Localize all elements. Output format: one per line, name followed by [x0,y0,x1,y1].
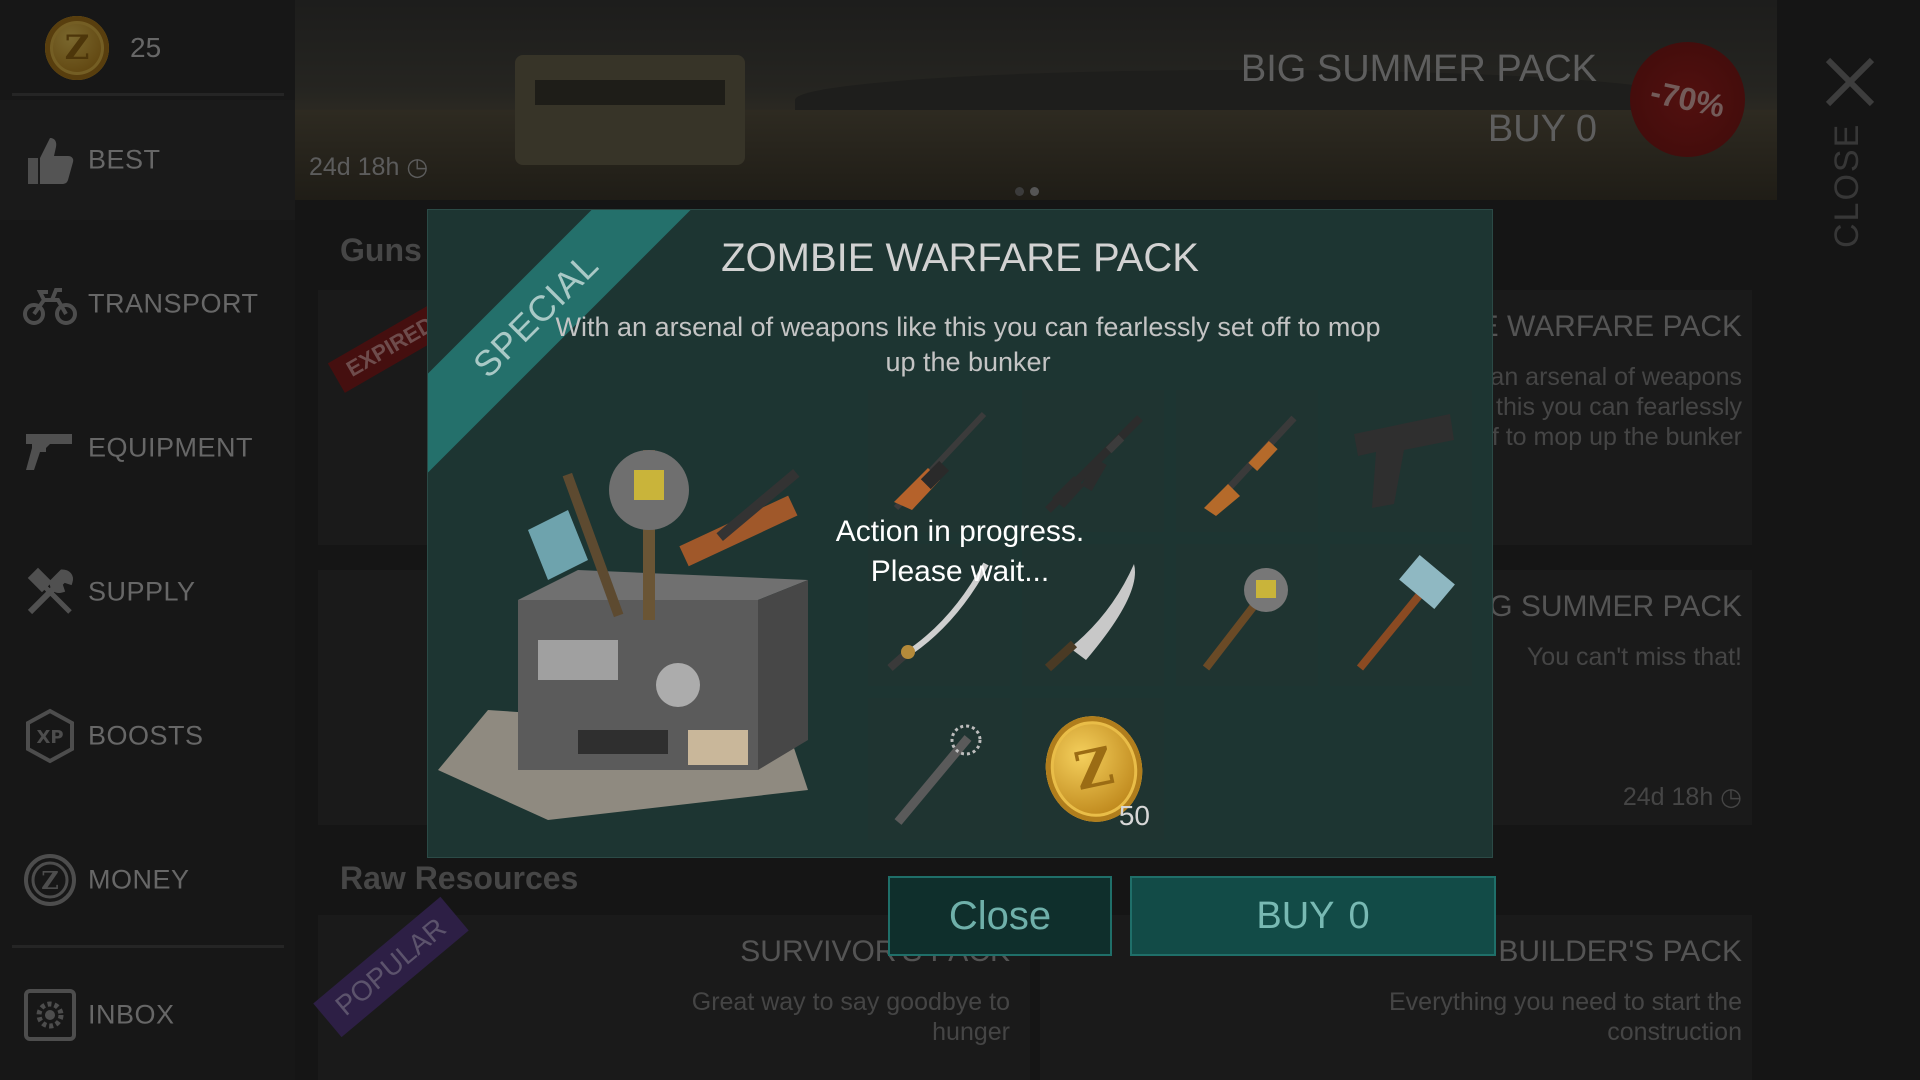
pistol-icon [1354,414,1454,508]
item-sledgehammer[interactable] [1330,544,1472,686]
item-shotgun[interactable] [1176,390,1318,532]
progress-line-2: Please wait... [870,555,1050,588]
close-button[interactable]: Close [888,876,1112,956]
item-spiked-bat[interactable] [868,698,1010,840]
item-hunting-rifle[interactable] [868,390,1010,532]
hunting-rifle-icon [893,411,987,511]
item-spiked-mace[interactable] [1176,544,1318,686]
spiked-mace-icon [1202,568,1288,671]
action-progress-message: Action in progress. Please wait... [780,512,1140,592]
item-quantity: 50 [1118,800,1150,831]
shotgun-icon [1204,415,1297,516]
modal-title: ZOMBIE WARFARE PACK [721,236,1199,280]
item-pistol[interactable] [1330,390,1472,532]
assault-rifle-icon [1045,415,1143,513]
buy-label: BUY [1256,894,1335,937]
sledgehammer-icon [1356,554,1455,671]
buy-button[interactable]: BUY 0 [1130,876,1496,956]
modal-description: With an arsenal of weapons like this you… [555,312,1381,377]
progress-line-1: Action in progress. [835,515,1085,548]
item-coins[interactable]: Z 50 [1022,698,1164,840]
buy-price: 0 [1348,894,1370,937]
weapon-crate-image [438,450,808,820]
spiked-bat-icon [894,724,982,825]
item-assault-rifle[interactable] [1022,390,1164,532]
